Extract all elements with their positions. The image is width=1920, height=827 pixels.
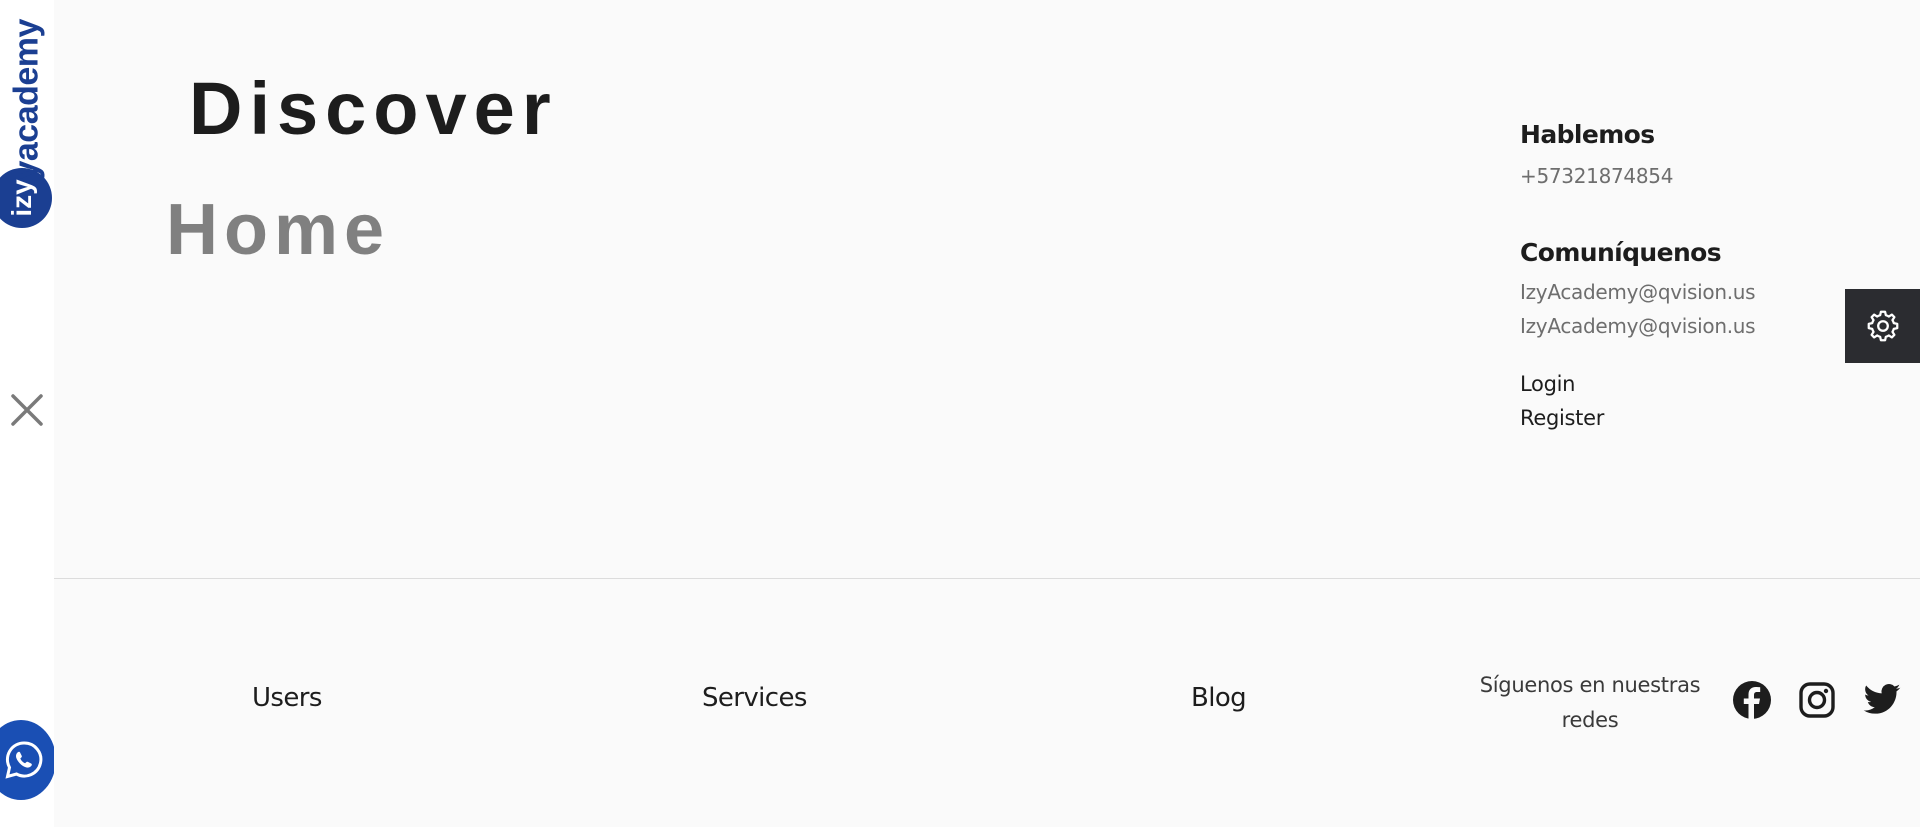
phone-link[interactable]: +57321874854 — [1520, 164, 1673, 188]
settings-button[interactable] — [1845, 289, 1920, 363]
instagram-link[interactable] — [1797, 680, 1837, 720]
email-link[interactable]: IzyAcademy@qvision.us — [1520, 314, 1756, 338]
logo-mark-text: izy — [6, 179, 37, 217]
write-heading: Comuníquenos — [1520, 238, 1722, 267]
sidebar: izyacademy izy — [0, 0, 56, 827]
login-link[interactable]: Login — [1520, 372, 1575, 396]
logo-text: izyacademy — [7, 19, 46, 205]
facebook-link[interactable] — [1732, 680, 1772, 720]
instagram-icon — [1799, 682, 1835, 718]
footer-link-services[interactable]: Services — [702, 683, 807, 713]
footer-link-blog[interactable]: Blog — [1191, 683, 1247, 713]
twitter-link[interactable] — [1862, 680, 1902, 720]
twitter-icon — [1863, 684, 1901, 714]
facebook-icon — [1733, 681, 1771, 719]
close-icon — [11, 394, 43, 426]
close-menu-button[interactable] — [9, 392, 45, 428]
hero-title-secondary: Home — [166, 190, 391, 270]
follow-us-text: Síguenos en nuestras redes — [1479, 673, 1701, 732]
footer-link-users[interactable]: Users — [252, 683, 322, 713]
gear-icon — [1867, 310, 1899, 342]
email-link[interactable]: IzyAcademy@qvision.us — [1520, 280, 1756, 304]
whatsapp-button[interactable] — [0, 720, 56, 800]
brand-logo[interactable]: izyacademy izy — [0, 0, 54, 232]
hero-title-primary: Discover — [189, 67, 558, 150]
whatsapp-icon — [5, 741, 43, 779]
footer-divider — [54, 578, 1920, 579]
talk-heading: Hablemos — [1520, 120, 1655, 149]
register-link[interactable]: Register — [1520, 406, 1604, 430]
